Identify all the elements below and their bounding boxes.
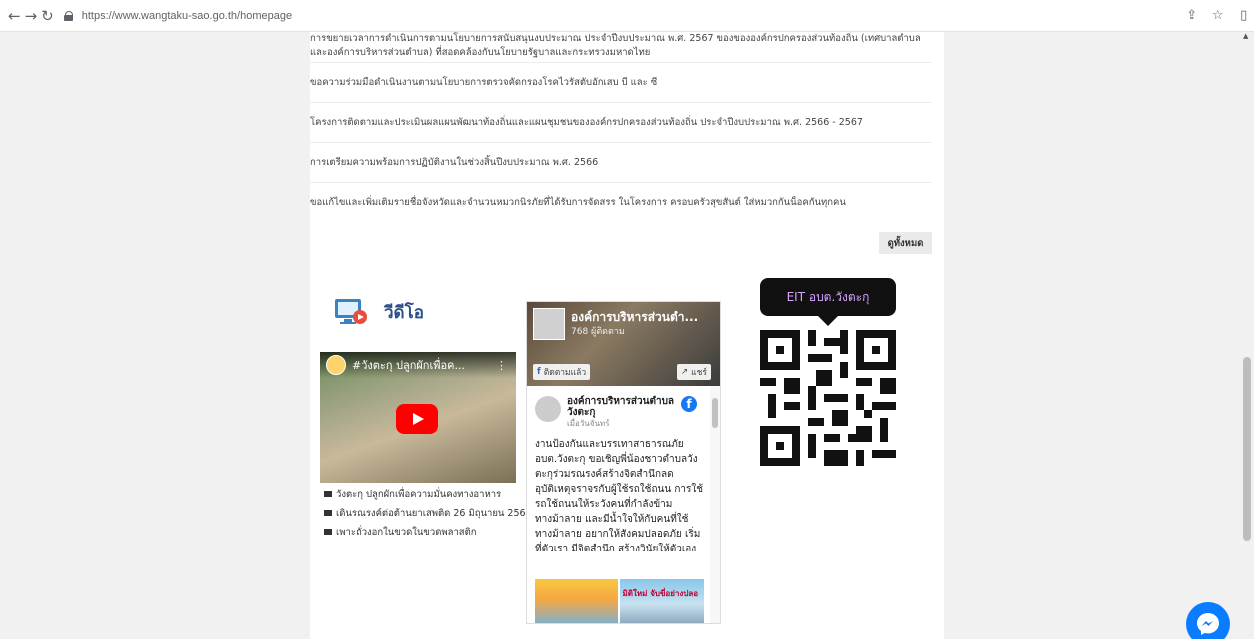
reload-icon[interactable]: ↻ — [41, 5, 54, 27]
facebook-follower-count: 768 ผู้ติดตาม — [571, 327, 625, 337]
video-player-title[interactable]: #วังตะกุ ปลูกผักเพื่อค... — [352, 356, 492, 374]
messenger-chat-icon[interactable] — [1186, 602, 1230, 639]
facebook-post-text: งานป้องกันและบรรเทาสาธารณภัย อบต.วังตะกุ… — [535, 439, 704, 551]
page-content: การขยายเวลาการดำเนินการตามนโยบายการสนับส… — [310, 32, 944, 639]
video-list-item[interactable]: วังตะกุ ปลูกผักเพื่อความมั่นคงทางอาหาร — [324, 488, 536, 501]
video-section-header: วีดีโอ — [334, 298, 424, 326]
facebook-post-header: องค์การบริหารส่วนตำบลวังตะกุ เมื่อวันจัน… — [535, 396, 704, 429]
facebook-page-logo[interactable] — [533, 308, 565, 340]
video-player-header: #วังตะกุ ปลูกผักเพื่อค... ⋮ — [320, 352, 516, 378]
facebook-scrollbar[interactable] — [710, 386, 720, 623]
video-monitor-icon — [334, 298, 368, 326]
eit-label[interactable]: EIT อบต.วังตะกุ — [760, 278, 896, 326]
browser-toolbar: ← → ↻ https://www.wangtaku-sao.go.th/hom… — [0, 0, 1254, 32]
back-arrow-icon[interactable]: ← — [8, 5, 21, 27]
more-options-icon[interactable]: ⋮ — [496, 359, 507, 372]
view-all-button[interactable]: ดูทั้งหมด — [879, 232, 932, 254]
side-panel-icon[interactable]: ▯ — [1236, 8, 1252, 24]
page-scrollbar[interactable]: ▲ — [1240, 32, 1254, 639]
star-icon[interactable]: ☆ — [1210, 8, 1226, 24]
news-item[interactable]: การเตรียมความพร้อมการปฏิบัติงานในช่วงสิ้… — [310, 142, 932, 182]
video-list: วังตะกุ ปลูกผักเพื่อความมั่นคงทางอาหาร เ… — [324, 488, 536, 545]
share-icon[interactable]: ⇪ — [1184, 8, 1200, 24]
facebook-post-avatar[interactable] — [535, 396, 561, 422]
qr-code-image[interactable] — [760, 330, 896, 466]
facebook-logo-icon[interactable]: f — [681, 396, 697, 412]
forward-arrow-icon[interactable]: → — [25, 5, 38, 27]
facebook-f-icon: f — [537, 367, 541, 377]
news-item[interactable]: โครงการติดตามและประเมินผลแผนพัฒนาท้องถิ่… — [310, 102, 932, 142]
facebook-follow-button[interactable]: f ติดตามแล้ว — [533, 364, 591, 380]
facebook-scrollbar-thumb[interactable] — [712, 398, 718, 428]
video-section-title: วีดีโอ — [384, 302, 424, 323]
facebook-post-image[interactable] — [535, 579, 619, 623]
news-item[interactable]: ขอความร่วมมือดำเนินงานตามนโยบายการตรวจคั… — [310, 62, 932, 102]
channel-avatar[interactable] — [326, 355, 346, 375]
scroll-up-arrow-icon[interactable]: ▲ — [1243, 32, 1248, 40]
url-text: https://www.wangtaku-sao.go.th/homepage — [81, 9, 293, 22]
lock-icon — [63, 10, 74, 21]
video-bullet-icon — [324, 510, 332, 516]
video-bullet-icon — [324, 491, 332, 497]
facebook-post: องค์การบริหารส่วนตำบลวังตะกุ เมื่อวันจัน… — [527, 386, 712, 623]
video-list-item[interactable]: เพาะถั่วงอกในขวดในขวดพลาสติก — [324, 526, 536, 539]
facebook-post-image[interactable]: มิติใหม่ จับขี่อย่างปลอ — [620, 579, 704, 623]
address-bar[interactable]: https://www.wangtaku-sao.go.th/homepage — [63, 3, 1184, 28]
youtube-play-icon[interactable] — [396, 404, 438, 434]
news-list: การขยายเวลาการดำเนินการตามนโยบายการสนับส… — [310, 32, 932, 222]
news-item[interactable]: ขอแก้ไขและเพิ่มเติมรายชื่อจังหวัดและจำนว… — [310, 182, 932, 222]
share-arrow-icon: ↗ — [681, 367, 689, 377]
video-player[interactable]: #วังตะกุ ปลูกผักเพื่อค... ⋮ — [320, 352, 516, 483]
facebook-cover[interactable]: องค์การบริหารส่วนตำ... 768 ผู้ติดตาม f ติ… — [527, 302, 720, 386]
browser-actions: ⇪ ☆ ▯ ⋮ — [1184, 7, 1254, 25]
facebook-share-button[interactable]: ↗ แชร์ — [677, 364, 711, 380]
video-list-item[interactable]: เดินรณรงค์ต่อต้านยาเสพติด 26 มิถุนายน 25… — [324, 507, 536, 520]
facebook-post-images: มิติใหม่ จับขี่อย่างปลอ — [535, 579, 704, 623]
facebook-post-time: เมื่อวันจันทร์ — [567, 419, 610, 428]
page-scrollbar-thumb[interactable] — [1243, 357, 1251, 541]
video-bullet-icon — [324, 529, 332, 535]
facebook-post-author[interactable]: องค์การบริหารส่วนตำบลวังตะกุ เมื่อวันจัน… — [567, 396, 675, 429]
facebook-page-plugin: องค์การบริหารส่วนตำ... 768 ผู้ติดตาม f ติ… — [526, 301, 721, 624]
news-item-partial[interactable]: การขยายเวลาการดำเนินการตามนโยบายการสนับส… — [310, 32, 932, 62]
